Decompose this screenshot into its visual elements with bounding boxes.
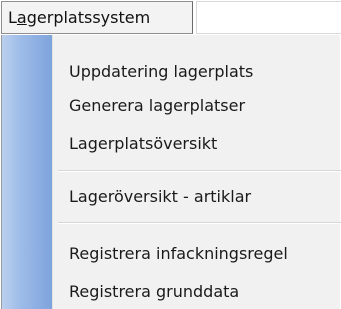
menu-bar: Lagerplatssystem [0,0,341,36]
dropdown-menu: Uppdatering lagerplats Generera lagerpla… [1,35,341,309]
menu-title-prefix: L [8,8,17,27]
menu-item-uppdatering-lagerplats[interactable]: Uppdatering lagerplats [69,61,253,83]
menu-icon-gutter [2,35,52,309]
menu-bar-empty-area [196,1,341,34]
gutter-divider [52,35,53,309]
menu-title-suffix: gerplatssystem [26,8,151,27]
menu-separator [58,222,341,224]
menu-item-lagerplatsoversikt[interactable]: Lagerplatsöversikt [69,133,217,155]
menu-item-generera-lagerplatser[interactable]: Generera lagerplatser [69,95,245,117]
menu-item-registrera-infackningsregel[interactable]: Registrera infackningsregel [69,243,288,265]
screen: Lagerplatssystem Uppdatering lagerplats … [0,0,341,309]
menu-item-lageroversikt-artiklar[interactable]: Lageröversikt - artiklar [69,186,251,208]
menu-title-accelerator: a [16,8,27,27]
menu-item-registrera-grunddata[interactable]: Registrera grunddata [69,281,239,303]
menu-separator [58,170,341,172]
menu-lagerplatssystem[interactable]: Lagerplatssystem [1,1,193,34]
